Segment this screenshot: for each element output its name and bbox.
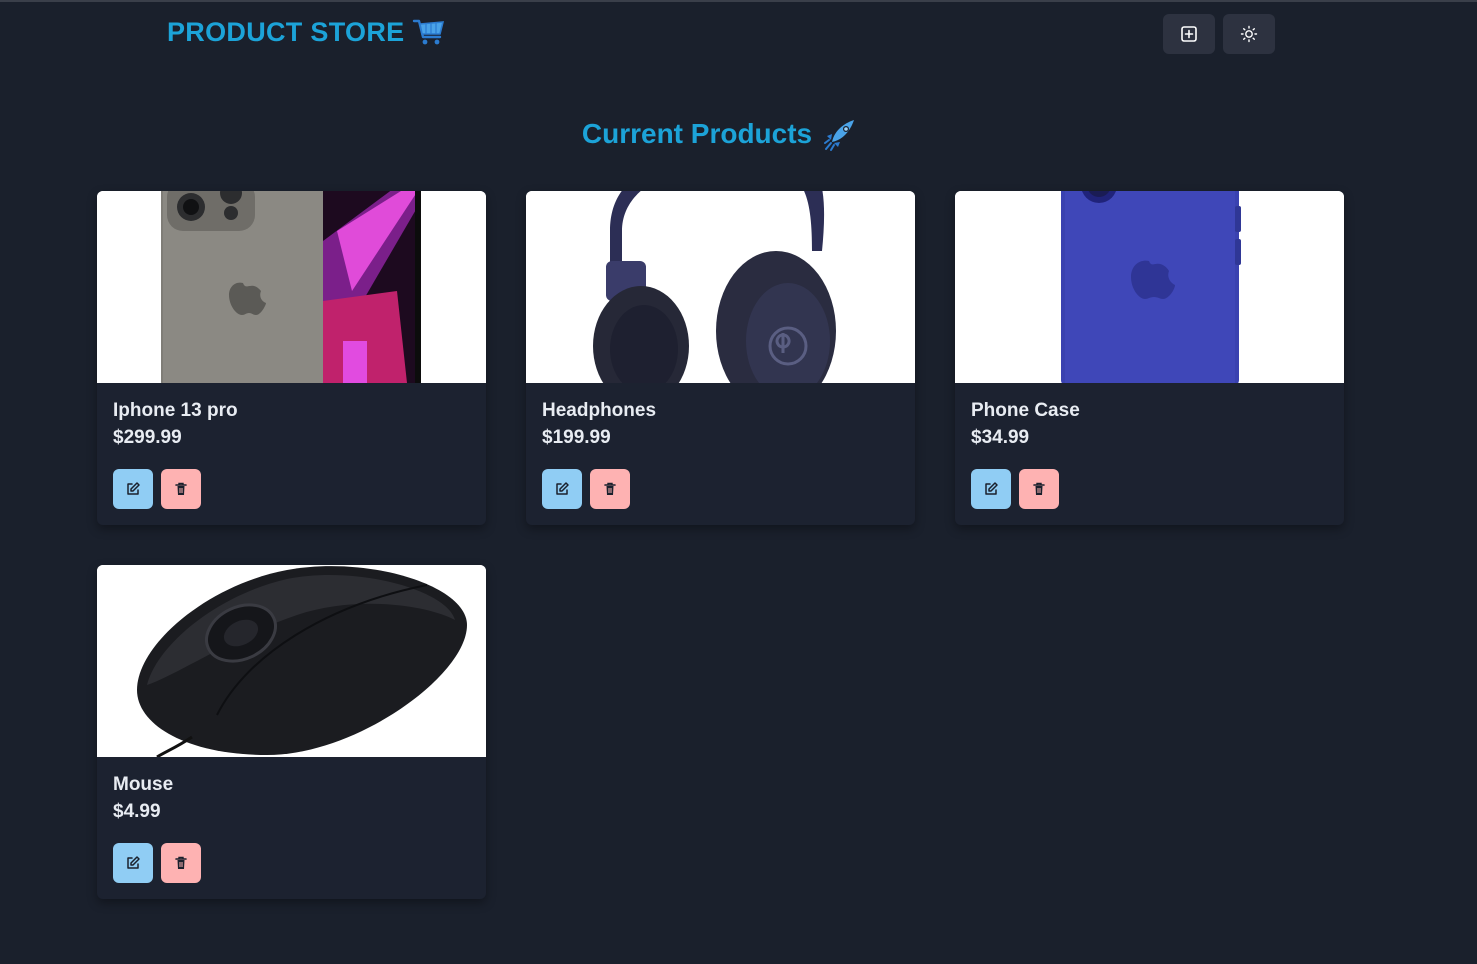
navbar: PRODUCT STORE — [0, 0, 1477, 70]
product-card: Mouse $4.99 — [97, 565, 486, 899]
product-card: Headphones $199.99 — [526, 191, 915, 525]
product-image-iphone — [97, 191, 486, 383]
create-product-button[interactable] — [1163, 14, 1215, 54]
edit-icon — [127, 856, 140, 869]
edit-product-button[interactable] — [113, 843, 153, 883]
trash-icon — [175, 856, 187, 869]
delete-product-button[interactable] — [161, 843, 201, 883]
edit-product-button[interactable] — [971, 469, 1011, 509]
plus-square-icon — [1181, 26, 1197, 42]
edit-product-button[interactable] — [542, 469, 582, 509]
delete-product-button[interactable] — [1019, 469, 1059, 509]
trash-icon — [175, 482, 187, 495]
product-image-headphones — [526, 191, 915, 383]
sun-icon — [1240, 25, 1258, 43]
product-price: $4.99 — [113, 801, 161, 822]
rocket-icon — [822, 116, 858, 152]
page-title: Current Products — [581, 118, 813, 149]
edit-icon — [127, 482, 140, 495]
delete-product-button[interactable] — [590, 469, 630, 509]
product-image-mouse — [97, 565, 486, 757]
edit-icon — [556, 482, 569, 495]
product-name: Iphone 13 pro — [113, 400, 238, 421]
trash-icon — [1033, 482, 1045, 495]
page-heading: Current Products — [0, 116, 1440, 152]
product-name: Mouse — [113, 774, 174, 795]
brand-title: PRODUCT STORE — [167, 16, 405, 47]
theme-toggle-button[interactable] — [1223, 14, 1275, 54]
product-name: Headphones — [542, 400, 657, 421]
delete-product-button[interactable] — [161, 469, 201, 509]
product-card: Phone Case $34.99 — [955, 191, 1344, 525]
trash-icon — [604, 482, 616, 495]
product-name: Phone Case — [971, 400, 1080, 421]
product-price: $299.99 — [113, 427, 182, 448]
product-price: $199.99 — [542, 427, 611, 448]
product-image-phone-case — [955, 191, 1344, 383]
product-price: $34.99 — [971, 427, 1030, 448]
shopping-cart-icon — [412, 16, 446, 48]
edit-product-button[interactable] — [113, 469, 153, 509]
brand-link[interactable]: PRODUCT STORE — [167, 16, 446, 48]
edit-icon — [985, 482, 998, 495]
product-card: Iphone 13 pro $299.99 — [97, 191, 486, 525]
